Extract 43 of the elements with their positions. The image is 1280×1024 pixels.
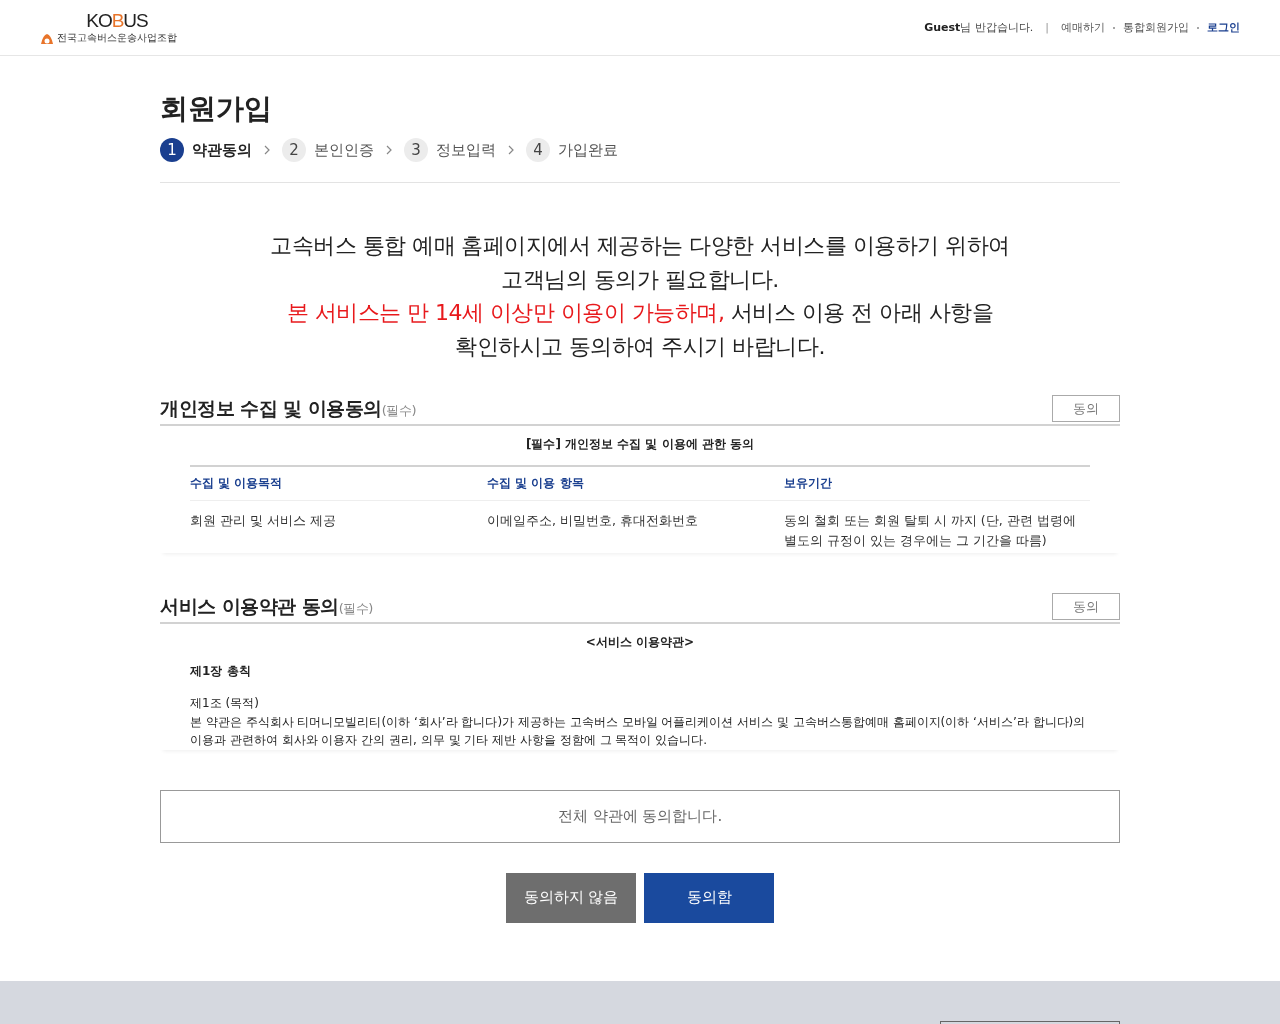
- logo-subtitle: 전국고속버스운송사업조합: [57, 30, 177, 45]
- greeting-text: Guest님 반갑습니다.: [924, 20, 1034, 35]
- intro-line: 본 서비스는 만 14세 이상만 이용이 가능하며, 서비스 이용 전 아래 사항을: [285, 299, 995, 327]
- section-title: 서비스 이용약관 동의(필수): [160, 594, 373, 619]
- logo-icon: [40, 32, 54, 45]
- step-number: 4: [526, 138, 550, 162]
- intro-line: 확인하시고 동의하여 주시기 바랍니다.: [454, 332, 826, 361]
- chevron-icon: [264, 145, 270, 155]
- step-label: 약관동의: [192, 140, 252, 160]
- logo[interactable]: KOBUS 전국고속버스운송사업조합: [40, 10, 177, 45]
- table-caption: <서비스 이용약관>: [584, 634, 696, 651]
- nav-link[interactable]: 예매하기: [1061, 20, 1105, 35]
- chevron-icon: [508, 145, 514, 155]
- column-header: 보유기간: [784, 467, 1090, 501]
- table-caption: [필수] 개인정보 수집 및 이용에 관한 동의: [524, 436, 755, 453]
- nav-link[interactable]: 통합회원가입: [1123, 20, 1189, 35]
- column-header: 수집 및 이용목적: [190, 467, 487, 501]
- article-text: 본 약관은 주식회사 티머니모빌리티(이하 ‘회사’라 합니다)가 제공하는 고속버스 모바일 어플리케이션 서비스 및 고속버스통합예매 홈페이지(이하 ‘서비스’라 합니다)의 이용과 관련하여 회사와 이용자 간의 권리, 의무 및 기타 제반 사항을 정함에 그 목적이 있습니다.: [190, 713, 1087, 749]
- column-header: 수집 및 이용 항목: [487, 467, 784, 501]
- decline-button[interactable]: 동의하지 않음: [506, 872, 636, 923]
- step-label: 본인인증: [314, 140, 374, 160]
- step-label: 가입완료: [558, 140, 618, 160]
- step-number: 2: [282, 138, 306, 162]
- section-title: 개인정보 수집 및 이용동의(필수): [160, 396, 416, 421]
- agree-all-button[interactable]: 전체 약관에 동의합니다.: [160, 789, 1120, 843]
- separator-text: |: [1045, 21, 1049, 34]
- chapter-heading: 제1장 총칙: [190, 663, 252, 680]
- agree-button[interactable]: 동의함: [644, 872, 774, 923]
- intro-line: 고속버스 통합 예매 홈페이지에서 제공하는 다양한 서비스를 이용하기 위하여: [269, 232, 1011, 260]
- chevron-icon: [386, 145, 392, 155]
- table-cell-text: 이메일주소, 비밀번호, 휴대전화번호: [487, 512, 699, 530]
- agree-button[interactable]: 동의: [1052, 593, 1120, 620]
- agree-button[interactable]: 동의: [1052, 395, 1120, 422]
- nav-link[interactable]: 로그인: [1207, 20, 1240, 35]
- page-title: 회원가입: [160, 91, 273, 127]
- table-cell-text: 동의 철회 또는 회원 탈퇴 시 까지 (단, 관련 법령에 별도의 규정이 있는 경우에는 그 기간을 따름): [784, 512, 1077, 550]
- step-number: 3: [404, 138, 428, 162]
- logo-name: KOBUS: [86, 10, 148, 31]
- article-title: 제1조 (목적): [190, 695, 260, 712]
- intro-line: 고객님의 동의가 필요합니다.: [500, 265, 780, 294]
- step-label: 정보입력: [436, 140, 496, 160]
- table-cell-text: 회원 관리 및 서비스 제공: [190, 512, 337, 530]
- step-number: 1: [160, 138, 184, 162]
